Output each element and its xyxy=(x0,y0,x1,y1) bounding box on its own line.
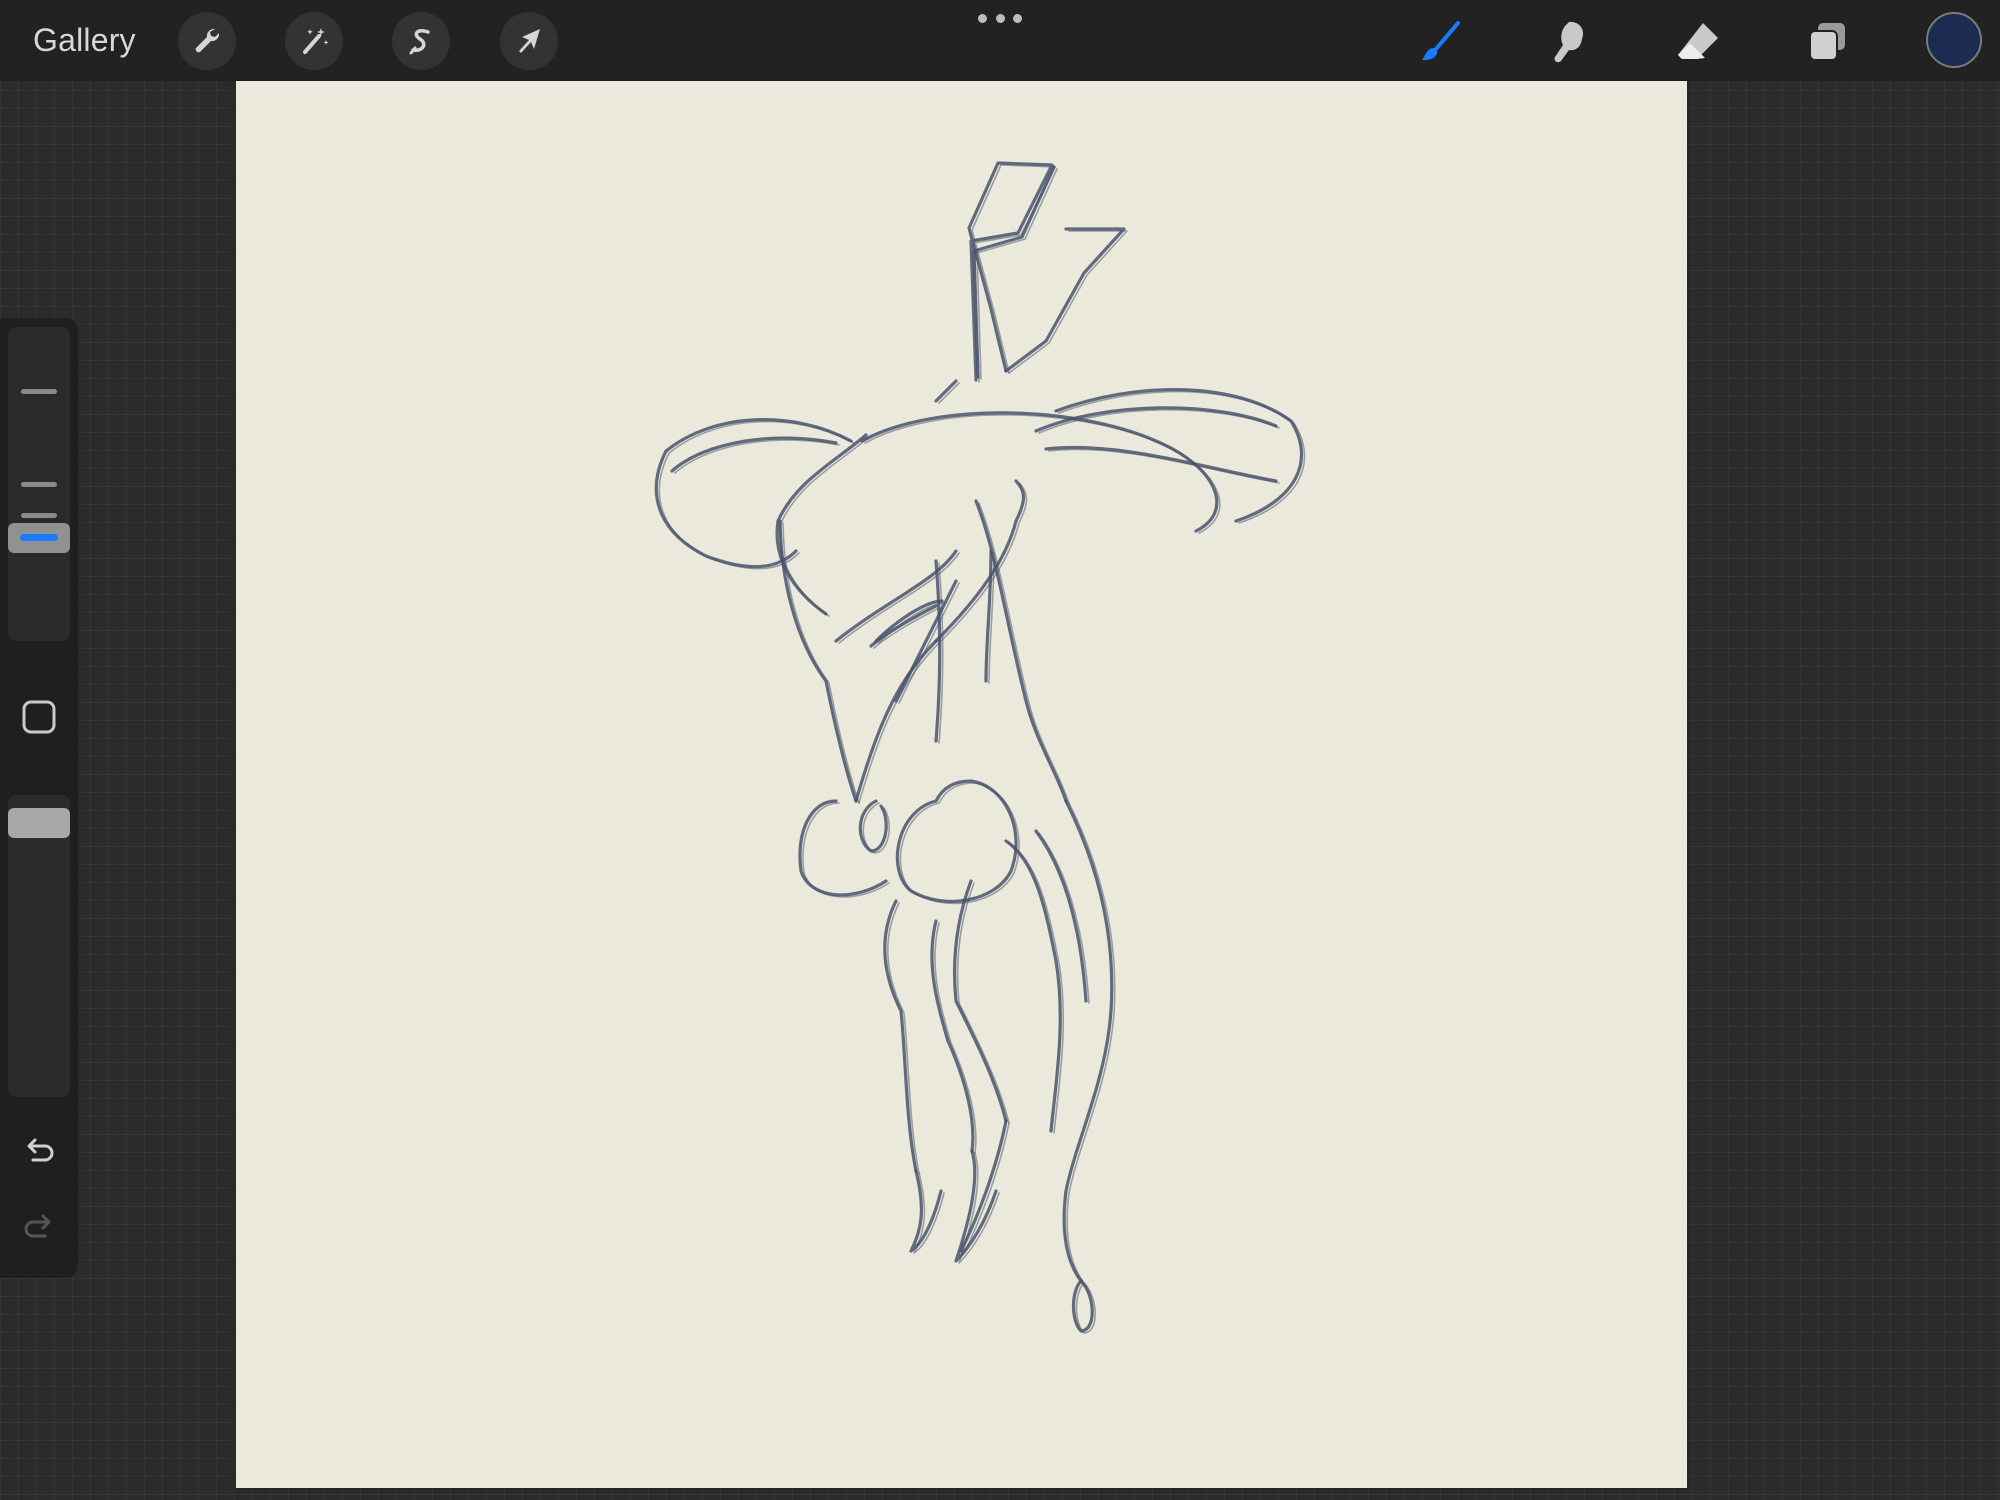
more-dots-icon xyxy=(978,13,987,23)
brush-size-thumb[interactable] xyxy=(8,523,70,553)
sketch-stroke xyxy=(1058,390,1306,524)
selection-button[interactable] xyxy=(392,12,450,70)
brush-sidebar xyxy=(0,318,78,1278)
sketch-stroke xyxy=(976,168,1058,380)
sketch-stroke xyxy=(895,779,1018,903)
redo-button[interactable] xyxy=(17,1208,61,1248)
sketch-drawing xyxy=(654,161,1306,1334)
wrench-icon xyxy=(195,28,220,53)
more-options-button[interactable] xyxy=(978,10,1022,26)
top-toolbar: Gallery xyxy=(0,0,2000,81)
sketch-stroke xyxy=(1048,448,1280,484)
sketch-stroke xyxy=(971,164,1056,383)
sketch-stroke xyxy=(883,899,918,1173)
magic-wand-icon xyxy=(303,28,329,54)
brush-icon xyxy=(1422,21,1460,61)
gallery-button[interactable]: Gallery xyxy=(33,18,136,62)
sketch-stroke xyxy=(674,439,840,474)
opacity-slider[interactable] xyxy=(8,795,70,1097)
layers-button[interactable] xyxy=(1799,14,1855,70)
layers-icon xyxy=(1809,23,1845,61)
sketch-stroke xyxy=(778,519,858,803)
sketch-stroke xyxy=(934,379,958,403)
smudge-tool-button[interactable] xyxy=(1540,14,1596,70)
sketch-stroke xyxy=(1034,406,1278,433)
sketch-stroke xyxy=(952,879,1008,1123)
sketch-stroke xyxy=(864,414,1221,534)
eraser-tool-button[interactable] xyxy=(1670,14,1726,70)
sketch-stroke xyxy=(779,436,870,617)
sketch-stroke xyxy=(954,1149,998,1263)
undo-icon xyxy=(27,1138,54,1162)
sketch-stroke xyxy=(1004,839,1062,1133)
color-picker-button[interactable] xyxy=(1926,12,1982,68)
sketch-stroke xyxy=(798,799,888,897)
actions-button[interactable] xyxy=(178,12,236,70)
undo-button[interactable] xyxy=(17,1132,61,1172)
sketch-stroke xyxy=(934,559,942,743)
square-modify-icon xyxy=(22,700,56,734)
sketch-stroke xyxy=(938,482,1028,644)
adjustments-button[interactable] xyxy=(285,12,343,70)
transform-button[interactable] xyxy=(500,12,558,70)
brush-tool-button[interactable] xyxy=(1411,14,1467,70)
sketch-stroke xyxy=(1062,799,1114,1283)
sketch-stroke xyxy=(898,582,960,704)
sketch-stroke xyxy=(782,522,860,804)
selection-s-icon xyxy=(409,28,430,55)
sketch-stroke xyxy=(930,919,975,1153)
sketch-stroke xyxy=(854,639,938,803)
sketch-stroke xyxy=(858,642,940,804)
smudge-finger-icon xyxy=(1554,21,1584,63)
opacity-thumb[interactable] xyxy=(8,808,70,838)
eraser-icon xyxy=(1678,23,1718,59)
sketch-stroke xyxy=(894,579,958,703)
drawing-canvas[interactable] xyxy=(236,81,1687,1488)
cursor-arrow-icon xyxy=(519,29,540,53)
redo-icon xyxy=(24,1214,51,1238)
sketch-stroke xyxy=(1004,227,1126,373)
brush-size-slider[interactable] xyxy=(8,327,70,641)
modify-button[interactable] xyxy=(21,699,57,735)
procreate-workspace: Gallery xyxy=(0,0,2000,1500)
sketch-stroke xyxy=(1038,409,1280,434)
